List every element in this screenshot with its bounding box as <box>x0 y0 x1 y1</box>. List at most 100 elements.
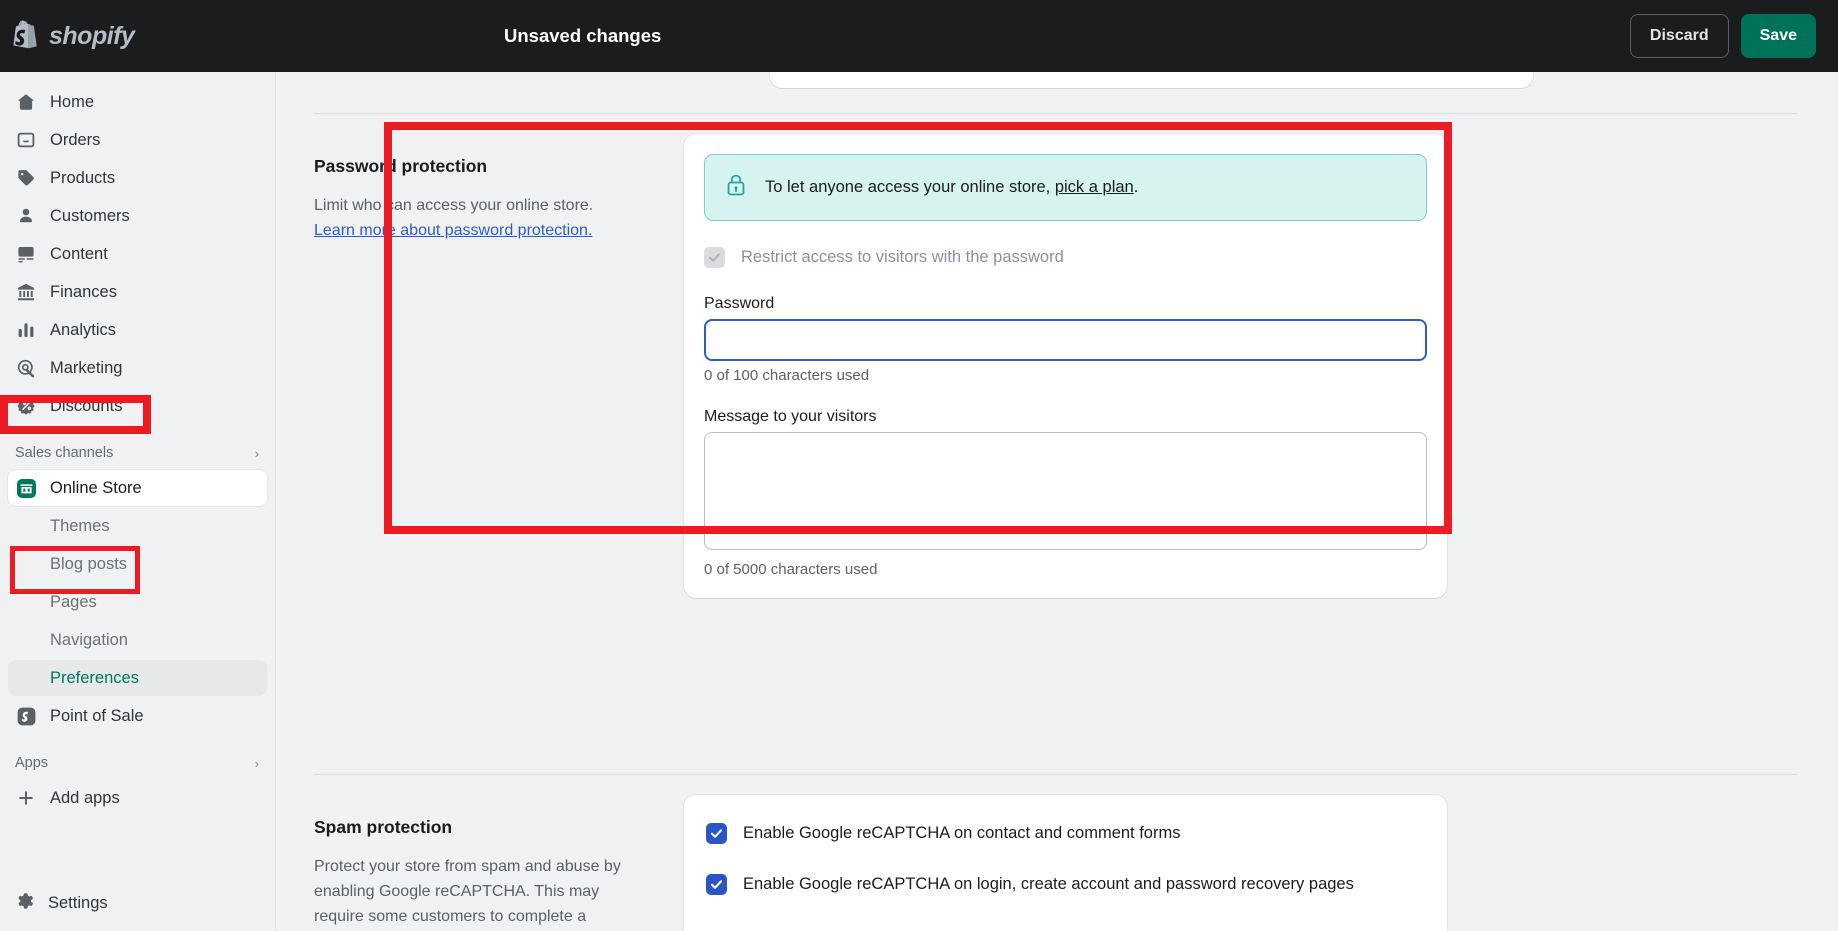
sidebar-item-marketing[interactable]: Marketing <box>8 350 267 386</box>
sidebar-item-discounts[interactable]: Discounts <box>8 388 267 424</box>
password-character-counter: 0 of 100 characters used <box>704 367 1427 384</box>
storefront-icon <box>16 478 37 499</box>
sidebar-item-label: Discounts <box>50 397 122 416</box>
message-field-group: Message to your visitors 0 of 5000 chara… <box>704 408 1427 578</box>
save-button[interactable]: Save <box>1741 14 1816 58</box>
sidebar-subitem-navigation[interactable]: Navigation <box>8 622 267 658</box>
recaptcha-login-pages-checkbox <box>706 874 727 895</box>
sidebar-subitem-pages[interactable]: Pages <box>8 584 267 620</box>
sidebar-item-point-of-sale[interactable]: Point of Sale <box>8 698 267 734</box>
sidebar-subitem-blog-posts[interactable]: Blog posts <box>8 546 267 582</box>
sidebar-item-analytics[interactable]: Analytics <box>8 312 267 348</box>
sidebar-item-label: Online Store <box>50 479 142 498</box>
shopify-bag-icon <box>10 20 40 52</box>
apps-section-header[interactable]: Apps › <box>8 750 267 776</box>
sidebar-subitem-label: Preferences <box>50 669 139 688</box>
banner-text-prefix: To let anyone access your online store, <box>765 178 1055 196</box>
check-icon <box>710 827 723 840</box>
sidebar-subitem-label: Themes <box>50 517 110 536</box>
sidebar: Home Orders Products Customers Content <box>0 72 276 931</box>
top-bar: shopify Unsaved changes Discard Save <box>0 0 1838 72</box>
person-icon <box>15 205 37 227</box>
shopify-logo[interactable]: shopify <box>0 20 276 52</box>
recaptcha-contact-forms-label: Enable Google reCAPTCHA on contact and c… <box>743 824 1180 843</box>
sidebar-item-add-apps[interactable]: Add apps <box>8 780 267 816</box>
restrict-access-checkbox <box>704 247 725 268</box>
message-textarea[interactable] <box>704 432 1427 550</box>
pick-a-plan-banner: To let anyone access your online store, … <box>704 154 1427 221</box>
sidebar-subitem-label: Blog posts <box>50 555 127 574</box>
sidebar-item-label: Content <box>50 245 108 264</box>
recaptcha-contact-forms-checkbox <box>706 823 727 844</box>
sidebar-item-orders[interactable]: Orders <box>8 122 267 158</box>
banner-message: To let anyone access your online store, … <box>765 178 1138 197</box>
unsaved-changes-title: Unsaved changes <box>504 0 661 72</box>
message-field-label: Message to your visitors <box>704 408 1427 426</box>
chevron-right-icon: › <box>255 447 259 460</box>
restrict-access-checkbox-row[interactable]: Restrict access to visitors with the pas… <box>704 247 1427 268</box>
tag-icon <box>15 167 37 189</box>
password-input[interactable] <box>704 319 1427 361</box>
bank-icon <box>15 281 37 303</box>
check-icon <box>710 878 723 891</box>
sidebar-item-label: Point of Sale <box>50 707 144 726</box>
home-icon <box>15 91 37 113</box>
sidebar-item-home[interactable]: Home <box>8 84 267 120</box>
sidebar-subitem-preferences[interactable]: Preferences <box>8 660 267 696</box>
section-description: Protect your store from spam and abuse b… <box>314 854 629 931</box>
password-field-group: Password 0 of 100 characters used <box>704 295 1427 384</box>
learn-more-password-protection-link[interactable]: Learn more about password protection. <box>314 222 592 239</box>
section-title: Spam protection <box>314 817 629 838</box>
sales-channels-section-header[interactable]: Sales channels › <box>8 440 267 466</box>
brand-name: shopify <box>49 22 134 51</box>
sidebar-item-products[interactable]: Products <box>8 160 267 196</box>
orders-icon <box>15 129 37 151</box>
restrict-access-label: Restrict access to visitors with the pas… <box>741 248 1064 267</box>
recaptcha-login-pages-label: Enable Google reCAPTCHA on login, create… <box>743 875 1354 894</box>
sidebar-subitem-themes[interactable]: Themes <box>8 508 267 544</box>
target-icon <box>15 357 37 379</box>
sidebar-item-label: Orders <box>50 131 100 150</box>
sidebar-item-label: Customers <box>50 207 130 226</box>
shopify-admin-app: shopify Unsaved changes Discard Save Hom… <box>0 0 1838 931</box>
plus-icon <box>15 787 37 809</box>
gear-icon <box>15 891 35 916</box>
recaptcha-login-pages-row[interactable]: Enable Google reCAPTCHA on login, create… <box>706 874 1425 895</box>
sidebar-item-label: Products <box>50 169 115 188</box>
top-bar-actions: Discard Save <box>1630 14 1816 58</box>
spam-protection-section: Spam protection Protect your store from … <box>276 795 1797 931</box>
spam-protection-card: Enable Google reCAPTCHA on contact and c… <box>684 795 1447 931</box>
section-divider-top <box>314 113 1797 114</box>
pick-a-plan-link[interactable]: pick a plan <box>1055 178 1134 196</box>
apps-label: Apps <box>15 755 48 771</box>
section-divider-bottom <box>314 774 1797 775</box>
discard-button[interactable]: Discard <box>1630 14 1729 58</box>
section-description-text: Limit who can access your online store. <box>314 197 593 214</box>
recaptcha-contact-forms-row[interactable]: Enable Google reCAPTCHA on contact and c… <box>706 823 1425 844</box>
banner-text-suffix: . <box>1134 178 1139 196</box>
sidebar-item-label: Analytics <box>50 321 116 340</box>
online-store-icon <box>15 477 37 499</box>
sidebar-item-label: Marketing <box>50 359 122 378</box>
password-protection-card: To let anyone access your online store, … <box>684 134 1447 598</box>
sidebar-item-label: Add apps <box>50 789 120 808</box>
chevron-right-icon: › <box>255 757 259 770</box>
sidebar-item-label: Home <box>50 93 94 112</box>
sidebar-item-online-store[interactable]: Online Store <box>8 470 267 506</box>
lock-icon <box>725 173 747 202</box>
bar-chart-icon <box>15 319 37 341</box>
sidebar-item-finances[interactable]: Finances <box>8 274 267 310</box>
sidebar-item-label: Settings <box>48 894 108 913</box>
message-character-counter: 0 of 5000 characters used <box>704 561 1427 578</box>
image-icon <box>15 243 37 265</box>
check-icon <box>708 251 721 264</box>
sidebar-item-label: Finances <box>50 283 117 302</box>
sidebar-item-settings[interactable]: Settings <box>0 875 275 931</box>
discount-icon <box>15 395 37 417</box>
section-description: Limit who can access your online store. … <box>314 193 629 243</box>
sales-channels-label: Sales channels <box>15 445 113 461</box>
sidebar-item-content[interactable]: Content <box>8 236 267 272</box>
section-title: Password protection <box>314 156 629 177</box>
sidebar-subitem-label: Pages <box>50 593 97 612</box>
sidebar-item-customers[interactable]: Customers <box>8 198 267 234</box>
